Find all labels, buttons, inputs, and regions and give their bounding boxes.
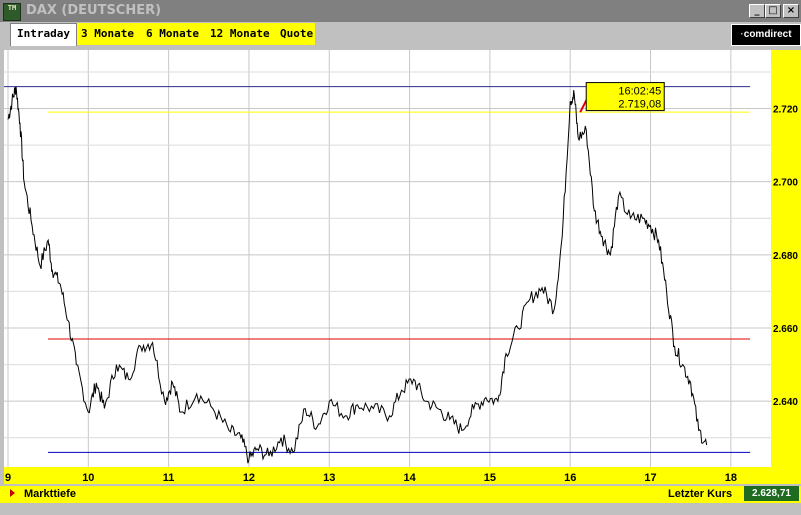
comdirect-logo: ·comdirect <box>731 24 801 46</box>
tooltip-time: 16:02:45 <box>618 86 661 98</box>
y-tick-label: 2.680 <box>773 251 798 262</box>
x-tick-label: 9 <box>5 472 11 484</box>
bottom-bar: Markttiefe Letzter Kurs 2.628,71 <box>0 486 801 503</box>
letzter-kurs-value: 2.628,71 <box>744 486 799 501</box>
y-tick-label: 2.720 <box>773 105 798 116</box>
x-tick-label: 14 <box>403 472 416 484</box>
window-title: DAX (DEUTSCHER) <box>26 3 162 18</box>
brand-label: comdirect <box>743 29 792 40</box>
x-tick-label: 16 <box>564 472 576 484</box>
x-tick-label: 13 <box>323 472 335 484</box>
tab-12-monate[interactable]: 12 Monate <box>210 24 270 44</box>
tab-3-monate[interactable]: 3 Monate <box>81 24 134 44</box>
tab-bar: Intraday 3 Monate 6 Monate 12 Monate Quo… <box>0 22 801 46</box>
tab-quote[interactable]: Quote <box>280 24 313 44</box>
tab-intraday[interactable]: Intraday <box>10 23 77 46</box>
tooltip-value: 2.719,08 <box>618 99 661 111</box>
x-tick-label: 17 <box>644 472 656 484</box>
maximize-button[interactable]: □ <box>765 4 781 18</box>
expand-arrow-icon[interactable] <box>10 489 15 497</box>
x-tick-label: 12 <box>243 472 255 484</box>
minimize-button[interactable]: _ <box>749 4 765 18</box>
y-tick-label: 2.700 <box>773 178 798 189</box>
close-button[interactable]: × <box>783 4 799 18</box>
intraday-chart: 2.640 2.660 2.680 2.700 2.720 9 10 11 12 13 14 15 1… <box>0 46 801 484</box>
x-tick-label: 11 <box>163 472 175 484</box>
crosshair-tooltip: 16:02:45 2.719,08 <box>579 82 665 113</box>
x-tick-label: 15 <box>484 472 496 484</box>
letzter-kurs-label: Letzter Kurs <box>668 488 733 500</box>
tab-strip: Intraday 3 Monate 6 Monate 12 Monate Quo… <box>10 23 315 46</box>
markttiefe-link[interactable]: Markttiefe <box>24 488 76 500</box>
x-tick-label: 18 <box>725 472 737 484</box>
x-tick-label: 10 <box>82 472 94 484</box>
y-tick-label: 2.640 <box>773 397 798 408</box>
tab-6-monate[interactable]: 6 Monate <box>146 24 199 44</box>
app-icon: TM <box>3 3 21 21</box>
y-tick-label: 2.660 <box>773 324 798 335</box>
window-titlebar[interactable]: TM DAX (DEUTSCHER) _ □ × <box>0 0 801 22</box>
status-strip <box>0 503 801 515</box>
